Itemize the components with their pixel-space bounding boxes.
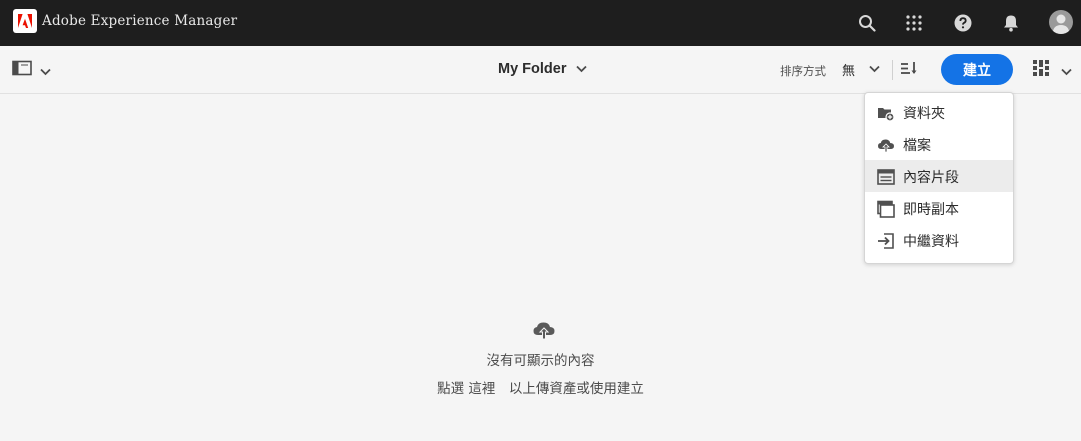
content-fragment-icon: [877, 168, 895, 186]
rail-toggle-button[interactable]: [12, 60, 51, 80]
chevron-down-icon: [576, 61, 588, 77]
create-menu: 資料夾 檔案 內容片段 即時副本 中繼資料: [864, 92, 1014, 264]
global-nav-bar: Adobe Experience Manager: [0, 0, 1081, 46]
folder-title: My Folder: [498, 61, 567, 77]
sort-order-button[interactable]: [900, 60, 918, 80]
side-panel-icon: [12, 60, 32, 80]
card-view-icon: [1033, 60, 1049, 80]
empty-state-title: 沒有可顯示的內容: [486, 353, 595, 369]
live-copy-icon: [877, 200, 895, 218]
menu-item-label: 即時副本: [903, 202, 959, 218]
menu-item-label: 檔案: [903, 138, 931, 154]
apps-grid-icon[interactable]: [902, 11, 926, 35]
folder-title-dropdown[interactable]: My Folder: [498, 61, 588, 77]
divider: [892, 60, 893, 80]
menu-item-content-fragment[interactable]: 內容片段: [865, 160, 1013, 192]
sort-label: 排序方式: [780, 64, 826, 78]
view-switcher[interactable]: [1033, 60, 1072, 80]
menu-item-label: 資料夾: [903, 106, 945, 122]
sort-descending-icon: [900, 61, 918, 80]
chevron-down-icon: [869, 62, 880, 77]
empty-state-subtitle[interactable]: 點選 這裡 以上傳資產或使用建立: [0, 377, 1081, 397]
folder-add-icon: [877, 104, 895, 122]
create-button[interactable]: 建立: [941, 54, 1013, 85]
notifications-bell-icon[interactable]: [999, 11, 1023, 35]
menu-item-folder[interactable]: 資料夾: [865, 96, 1013, 128]
upload-cloud-icon: [532, 318, 556, 342]
app-title[interactable]: Adobe Experience Manager: [42, 13, 237, 29]
menu-item-file[interactable]: 檔案: [865, 128, 1013, 160]
sort-value: 無: [842, 64, 856, 79]
menu-item-label: 內容片段: [903, 170, 959, 186]
menu-item-live-copy[interactable]: 即時副本: [865, 192, 1013, 224]
action-bar: My Folder 排序方式 無 建立: [0, 46, 1081, 94]
sort-select[interactable]: 無: [842, 60, 880, 79]
metadata-import-icon: [877, 232, 895, 250]
help-icon[interactable]: [951, 11, 975, 35]
menu-item-label: 中繼資料: [903, 234, 959, 250]
chevron-down-icon: [40, 61, 51, 80]
search-icon[interactable]: [855, 11, 879, 35]
menu-item-metadata[interactable]: 中繼資料: [865, 224, 1013, 256]
chevron-down-icon: [1061, 61, 1072, 80]
user-avatar[interactable]: [1049, 10, 1073, 34]
adobe-logo-icon[interactable]: [13, 9, 37, 33]
upload-cloud-icon: [877, 136, 895, 154]
